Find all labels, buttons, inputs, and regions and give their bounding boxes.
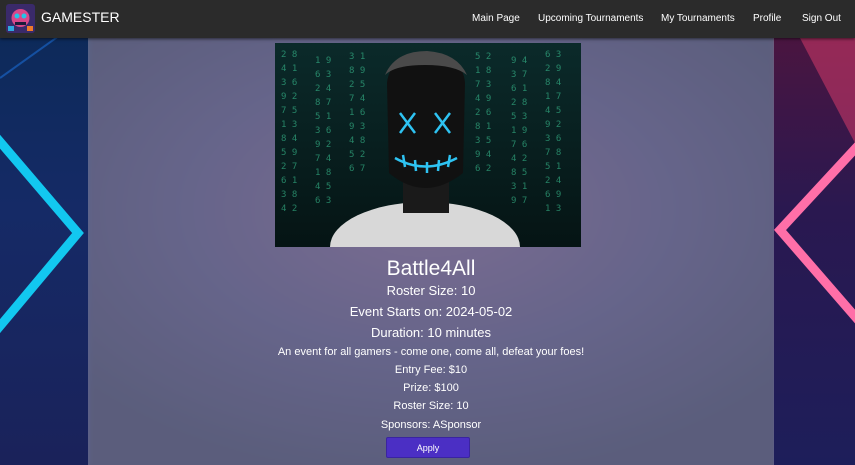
svg-text:6 2: 6 2 (475, 164, 491, 174)
svg-text:9 2: 9 2 (545, 120, 561, 130)
svg-text:6 3: 6 3 (315, 70, 331, 80)
svg-text:2 4: 2 4 (315, 84, 331, 94)
svg-text:4 8: 4 8 (349, 136, 365, 146)
svg-text:4 2: 4 2 (511, 154, 527, 164)
navbar: GAMESTER Main Page Upcoming Tournaments … (0, 0, 855, 38)
svg-text:7 5: 7 5 (281, 106, 297, 116)
svg-text:1 7: 1 7 (545, 92, 561, 102)
svg-text:5 1: 5 1 (315, 112, 331, 122)
svg-text:3 7: 3 7 (511, 70, 527, 80)
event-start-date: Event Starts on: 2024-05-02 (349, 304, 513, 319)
nav-my-tournaments[interactable]: My Tournaments (661, 13, 735, 24)
svg-text:1 8: 1 8 (475, 66, 491, 76)
svg-text:3 8: 3 8 (281, 190, 297, 200)
svg-text:1 6: 1 6 (349, 108, 365, 118)
event-image: 2 84 13 6 9 27 51 3 8 45 92 7 6 13 84 2 … (275, 43, 581, 247)
svg-text:4 2: 4 2 (281, 204, 297, 214)
svg-text:1 9: 1 9 (315, 56, 331, 66)
event-details: Battle4All Roster Size: 10 Event Starts … (88, 254, 774, 444)
svg-text:6 3: 6 3 (545, 50, 561, 60)
svg-text:3 6: 3 6 (315, 126, 331, 136)
svg-text:2 8: 2 8 (281, 50, 297, 60)
event-duration: Duration: 10 minutes (371, 325, 491, 340)
event-description: An event for all gamers - come one, come… (277, 346, 585, 358)
svg-text:3 1: 3 1 (349, 52, 365, 62)
svg-text:5 9: 5 9 (281, 148, 297, 158)
svg-text:2 5: 2 5 (349, 80, 365, 90)
svg-text:9 2: 9 2 (315, 140, 331, 150)
apply-button[interactable]: Apply (386, 437, 470, 458)
svg-text:2 9: 2 9 (545, 64, 561, 74)
svg-text:2 8: 2 8 (511, 98, 527, 108)
svg-text:2 4: 2 4 (545, 176, 561, 186)
svg-text:9 7: 9 7 (511, 196, 527, 206)
roster-size: Roster Size: 10 (386, 283, 476, 298)
svg-text:4 9: 4 9 (475, 94, 491, 104)
nav-main-page[interactable]: Main Page (472, 13, 520, 24)
entry-fee: Entry Fee: $10 (394, 364, 468, 376)
nav-sign-out[interactable]: Sign Out (802, 13, 841, 24)
prize: Prize: $100 (403, 382, 459, 394)
svg-text:8 4: 8 4 (545, 78, 561, 88)
svg-text:9 2: 9 2 (281, 92, 297, 102)
svg-text:3 6: 3 6 (545, 134, 561, 144)
svg-text:5 3: 5 3 (511, 112, 527, 122)
svg-text:9 4: 9 4 (475, 150, 491, 160)
sponsors: Sponsors: ASponsor (380, 419, 482, 431)
event-title: Battle4All (386, 257, 476, 280)
nav-upcoming-tournaments[interactable]: Upcoming Tournaments (538, 13, 643, 24)
svg-text:7 4: 7 4 (349, 94, 365, 104)
svg-text:4 5: 4 5 (315, 182, 331, 192)
gamester-logo[interactable] (6, 4, 35, 33)
nav-profile[interactable]: Profile (753, 13, 781, 24)
brand-name[interactable]: GAMESTER (41, 9, 120, 25)
svg-text:3 6: 3 6 (281, 78, 297, 88)
svg-text:6 9: 6 9 (545, 190, 561, 200)
svg-text:6 7: 6 7 (349, 164, 365, 174)
svg-text:3 5: 3 5 (475, 136, 491, 146)
svg-text:8 7: 8 7 (315, 98, 331, 108)
roster-size-detail: Roster Size: 10 (393, 400, 469, 412)
svg-text:2 6: 2 6 (475, 108, 491, 118)
svg-text:3 1: 3 1 (511, 182, 527, 192)
svg-text:2 7: 2 7 (281, 162, 297, 172)
svg-text:8 1: 8 1 (475, 122, 491, 132)
svg-text:1 3: 1 3 (281, 120, 297, 130)
svg-text:4 1: 4 1 (281, 64, 297, 74)
svg-text:9 3: 9 3 (349, 122, 365, 132)
svg-text:9 4: 9 4 (511, 56, 527, 66)
svg-text:8 9: 8 9 (349, 66, 365, 76)
svg-text:6 1: 6 1 (511, 84, 527, 94)
svg-text:1 9: 1 9 (511, 126, 527, 136)
svg-text:7 3: 7 3 (475, 80, 491, 90)
svg-text:8 4: 8 4 (281, 134, 297, 144)
svg-text:5 2: 5 2 (349, 150, 365, 160)
svg-text:7 8: 7 8 (545, 148, 561, 158)
svg-text:1 8: 1 8 (315, 168, 331, 178)
svg-text:5 1: 5 1 (545, 162, 561, 172)
svg-text:6 3: 6 3 (315, 196, 331, 206)
svg-text:5 2: 5 2 (475, 52, 491, 62)
svg-text:6 1: 6 1 (281, 176, 297, 186)
svg-text:1 3: 1 3 (545, 204, 561, 214)
svg-text:7 4: 7 4 (315, 154, 331, 164)
svg-text:4 5: 4 5 (545, 106, 561, 116)
svg-text:8 5: 8 5 (511, 168, 527, 178)
svg-text:7 6: 7 6 (511, 140, 527, 150)
